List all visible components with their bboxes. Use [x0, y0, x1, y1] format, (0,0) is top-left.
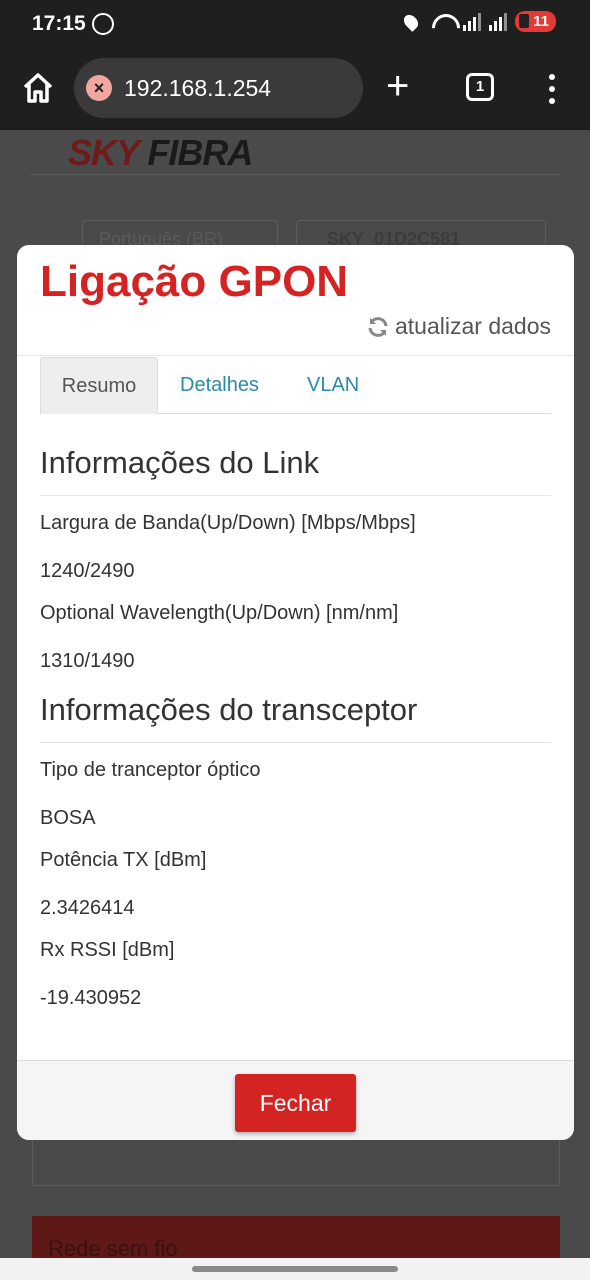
bandwidth-value: 1240/2490	[40, 560, 135, 582]
transceiver-info-heading: Informações do transceptor	[40, 692, 551, 743]
tab-content: Informações do Link Largura de Banda(Up/…	[40, 445, 551, 1023]
whatsapp-icon	[92, 13, 114, 35]
tx-power-value: 2.3426414	[40, 897, 135, 919]
gesture-nav-bar	[0, 1258, 590, 1280]
transceiver-type-label: Tipo de tranceptor óptico	[40, 759, 261, 781]
signal-icon	[463, 12, 482, 31]
background-panel	[32, 1140, 560, 1186]
url-text[interactable]: 192.168.1.254	[124, 75, 271, 102]
tab-vlan[interactable]: VLAN	[307, 357, 359, 414]
menu-icon[interactable]	[549, 74, 557, 104]
wifi-icon	[431, 12, 455, 32]
tab-detalhes[interactable]: Detalhes	[180, 357, 259, 414]
not-secure-icon[interactable]: ×	[86, 75, 112, 101]
dialog-footer: Fechar	[17, 1060, 574, 1140]
status-bar: 17:15 11	[0, 0, 590, 50]
rx-rssi-value: -19.430952	[40, 987, 142, 1009]
tx-power-label: Potência TX [dBm]	[40, 849, 207, 871]
sky-fibra-logo: SKY FIBRA	[68, 132, 253, 173]
new-tab-icon[interactable]: +	[386, 66, 409, 106]
status-icons: 11	[401, 11, 556, 32]
clock: 17:15	[32, 12, 86, 35]
bandwidth-label: Largura de Banda(Up/Down) [Mbps/Mbps]	[40, 512, 416, 534]
refresh-label: atualizar dados	[395, 313, 551, 339]
divider	[17, 355, 574, 356]
gpon-dialog: Ligação GPON atualizar dados Resumo Deta…	[17, 245, 574, 1140]
home-icon[interactable]	[20, 70, 56, 106]
battery-icon: 11	[515, 11, 556, 32]
location-icon	[401, 11, 422, 32]
refresh-data-link[interactable]: atualizar dados	[366, 313, 551, 340]
address-bar[interactable]: × 192.168.1.254	[74, 58, 363, 118]
signal-icon-2	[489, 12, 508, 31]
tabs-icon[interactable]: 1	[466, 73, 494, 101]
tab-bar: Resumo Detalhes VLAN	[40, 357, 551, 414]
dialog-title: Ligação GPON	[40, 257, 349, 306]
divider	[30, 174, 560, 175]
wavelength-value: 1310/1490	[40, 650, 135, 672]
transceiver-type-value: BOSA	[40, 807, 96, 829]
refresh-icon	[368, 316, 388, 337]
tab-resumo[interactable]: Resumo	[40, 357, 158, 414]
browser-toolbar: × 192.168.1.254 + 1	[0, 50, 590, 130]
link-info-heading: Informações do Link	[40, 445, 551, 496]
rx-rssi-label: Rx RSSI [dBm]	[40, 939, 175, 961]
home-gesture-pill[interactable]	[192, 1266, 398, 1272]
wavelength-label: Optional Wavelength(Up/Down) [nm/nm]	[40, 602, 399, 624]
close-button[interactable]: Fechar	[235, 1074, 356, 1132]
